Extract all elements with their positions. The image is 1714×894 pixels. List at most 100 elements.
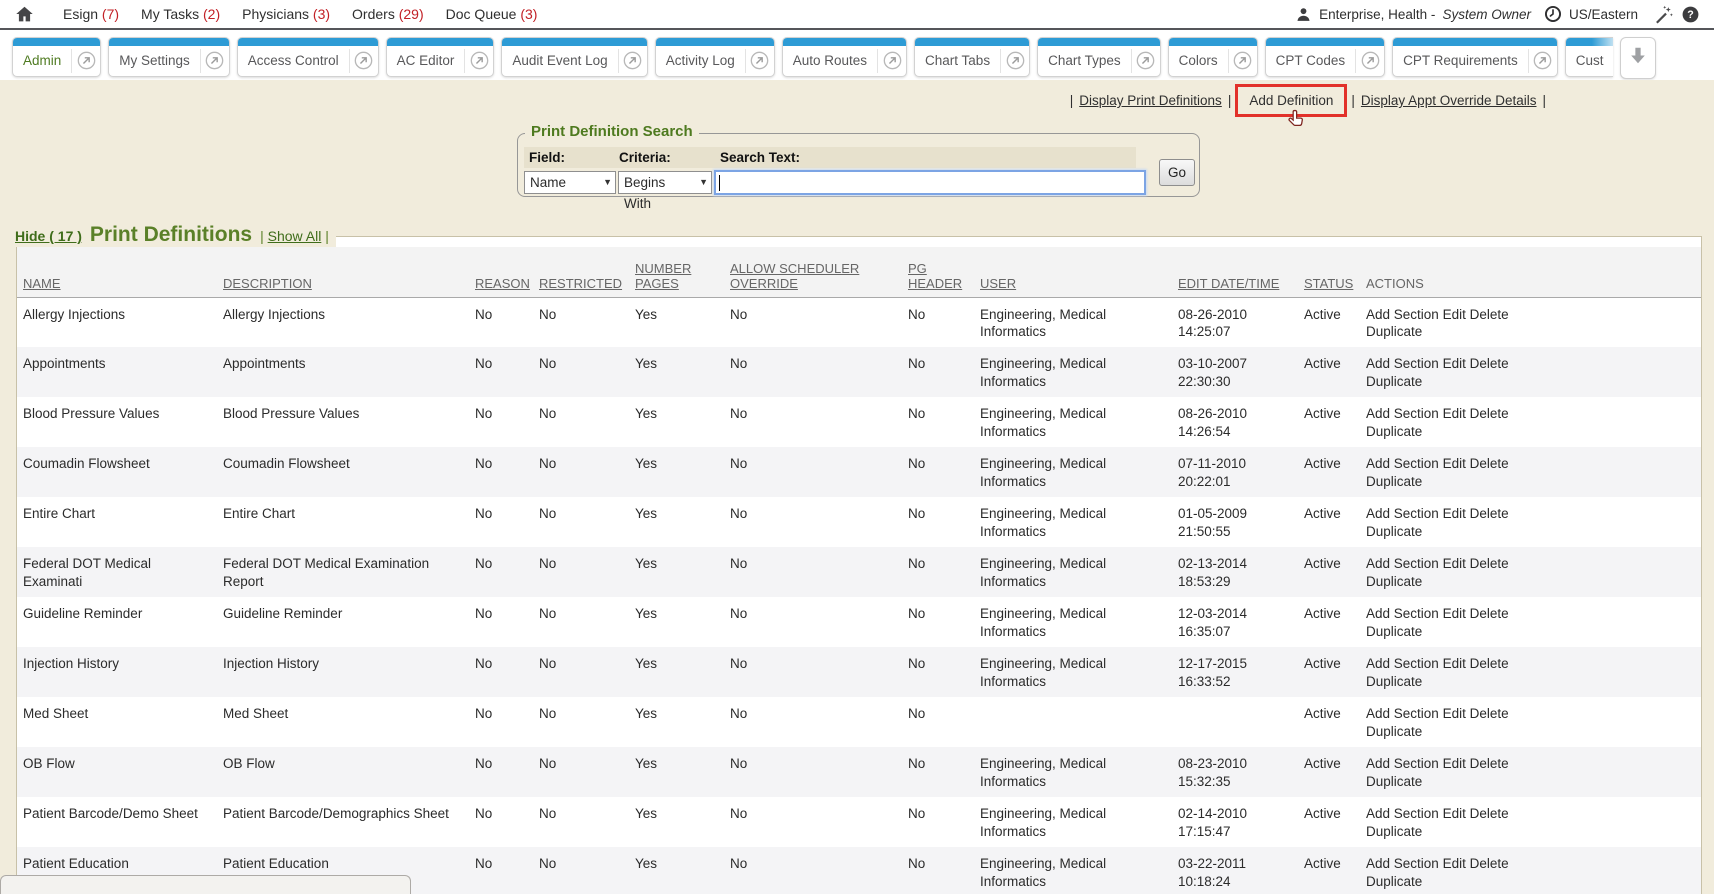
action-duplicate[interactable]: Duplicate [1366,374,1422,389]
action-delete[interactable]: Delete [1470,756,1509,771]
action-delete[interactable]: Delete [1470,656,1509,671]
tab-admin[interactable]: Admin [12,37,101,77]
action-delete[interactable]: Delete [1470,556,1509,571]
circled-arrow-icon[interactable] [72,51,100,70]
tab-activity-log[interactable]: Activity Log [655,37,775,77]
action-edit[interactable]: Edit [1443,656,1466,671]
circled-arrow-icon[interactable] [878,51,906,70]
circled-arrow-icon[interactable] [1001,51,1029,70]
action-edit[interactable]: Edit [1443,756,1466,771]
header-text[interactable]: PG [908,261,970,276]
tab-access-control[interactable]: Access Control [237,37,379,77]
go-button[interactable]: Go [1159,159,1195,186]
header-text[interactable]: NUMBER [635,261,720,276]
tab-cust[interactable]: Cust [1565,37,1613,77]
action-edit[interactable]: Edit [1443,456,1466,471]
tab-cpt-codes[interactable]: CPT Codes [1265,37,1386,77]
tab-cpt-requirements[interactable]: CPT Requirements [1392,37,1558,77]
column-header-description[interactable]: DESCRIPTION [217,247,469,297]
action-add-section[interactable]: Add Section [1366,856,1439,871]
action-duplicate[interactable]: Duplicate [1366,424,1422,439]
topbar-menu-my-tasks[interactable]: My Tasks (2) [141,6,220,22]
topbar-menu-doc-queue[interactable]: Doc Queue (3) [446,6,538,22]
action-duplicate[interactable]: Duplicate [1366,474,1422,489]
display-appt-override-link[interactable]: Display Appt Override Details [1361,93,1537,108]
wand-icon[interactable] [1653,4,1674,25]
action-add-section[interactable]: Add Section [1366,506,1439,521]
timezone-label[interactable]: US/Eastern [1569,7,1638,22]
field-select[interactable]: Name ▼ [524,171,616,194]
tab-audit-event-log[interactable]: Audit Event Log [501,37,647,77]
action-duplicate[interactable]: Duplicate [1366,824,1422,839]
column-header-allow-scheduler-override[interactable]: ALLOW SCHEDULEROVERRIDE [724,247,902,297]
action-delete[interactable]: Delete [1470,406,1509,421]
column-header-user[interactable]: USER [974,247,1172,297]
display-print-definitions-link[interactable]: Display Print Definitions [1079,93,1222,108]
header-text[interactable]: STATUS [1304,276,1356,291]
action-add-section[interactable]: Add Section [1366,556,1439,571]
action-duplicate[interactable]: Duplicate [1366,624,1422,639]
column-header-edit-date-time[interactable]: EDIT DATE/TIME [1172,247,1298,297]
action-delete[interactable]: Delete [1470,307,1509,322]
action-duplicate[interactable]: Duplicate [1366,874,1422,889]
action-delete[interactable]: Delete [1470,506,1509,521]
home-icon[interactable] [14,4,35,25]
show-all-link[interactable]: Show All [268,228,322,244]
action-delete[interactable]: Delete [1470,706,1509,721]
column-header-name[interactable]: NAME [17,247,217,297]
action-delete[interactable]: Delete [1470,356,1509,371]
action-edit[interactable]: Edit [1443,606,1466,621]
tab-auto-routes[interactable]: Auto Routes [782,37,907,77]
circled-arrow-icon[interactable] [1529,51,1557,70]
topbar-menu-esign[interactable]: Esign (7) [63,6,119,22]
search-text-input[interactable] [714,170,1146,195]
action-edit[interactable]: Edit [1443,806,1466,821]
column-header-pg-header[interactable]: PGHEADER [902,247,974,297]
circled-arrow-icon[interactable] [746,51,774,70]
add-definition-link[interactable]: Add Definition [1249,93,1333,108]
header-text[interactable]: EDIT DATE/TIME [1178,276,1294,291]
header-text[interactable]: DESCRIPTION [223,276,465,291]
header-text[interactable]: NAME [23,276,213,291]
header-text[interactable]: PAGES [635,276,720,291]
action-duplicate[interactable]: Duplicate [1366,774,1422,789]
header-text[interactable]: ALLOW SCHEDULER [730,261,898,276]
action-add-section[interactable]: Add Section [1366,806,1439,821]
action-add-section[interactable]: Add Section [1366,706,1439,721]
tab-chart-tabs[interactable]: Chart Tabs [914,37,1030,77]
circled-arrow-icon[interactable] [350,51,378,70]
action-edit[interactable]: Edit [1443,856,1466,871]
tab-ac-editor[interactable]: AC Editor [386,37,495,77]
circled-arrow-icon[interactable] [201,51,229,70]
circled-arrow-icon[interactable] [619,51,647,70]
action-add-section[interactable]: Add Section [1366,406,1439,421]
action-add-section[interactable]: Add Section [1366,656,1439,671]
header-text[interactable]: OVERRIDE [730,276,898,291]
action-add-section[interactable]: Add Section [1366,456,1439,471]
column-header-reason[interactable]: REASON [469,247,533,297]
circled-arrow-icon[interactable] [1356,51,1384,70]
header-text[interactable]: HEADER [908,276,970,291]
circled-arrow-icon[interactable] [1229,51,1257,70]
action-edit[interactable]: Edit [1443,706,1466,721]
action-delete[interactable]: Delete [1470,456,1509,471]
action-add-section[interactable]: Add Section [1366,356,1439,371]
header-text[interactable]: USER [980,276,1168,291]
action-delete[interactable]: Delete [1470,806,1509,821]
tab-colors[interactable]: Colors [1168,37,1258,77]
column-header-restricted[interactable]: RESTRICTED [533,247,629,297]
action-duplicate[interactable]: Duplicate [1366,674,1422,689]
action-delete[interactable]: Delete [1470,856,1509,871]
column-header-number-pages[interactable]: NUMBERPAGES [629,247,724,297]
action-edit[interactable]: Edit [1443,406,1466,421]
action-add-section[interactable]: Add Section [1366,606,1439,621]
action-add-section[interactable]: Add Section [1366,307,1439,322]
action-edit[interactable]: Edit [1443,556,1466,571]
action-delete[interactable]: Delete [1470,606,1509,621]
action-edit[interactable]: Edit [1443,307,1466,322]
criteria-select[interactable]: Begins With ▼ [618,171,712,194]
action-duplicate[interactable]: Duplicate [1366,524,1422,539]
hide-count-link[interactable]: Hide ( 17 ) [15,228,82,244]
header-text[interactable]: REASON [475,276,529,291]
help-icon[interactable]: ? [1681,5,1700,24]
